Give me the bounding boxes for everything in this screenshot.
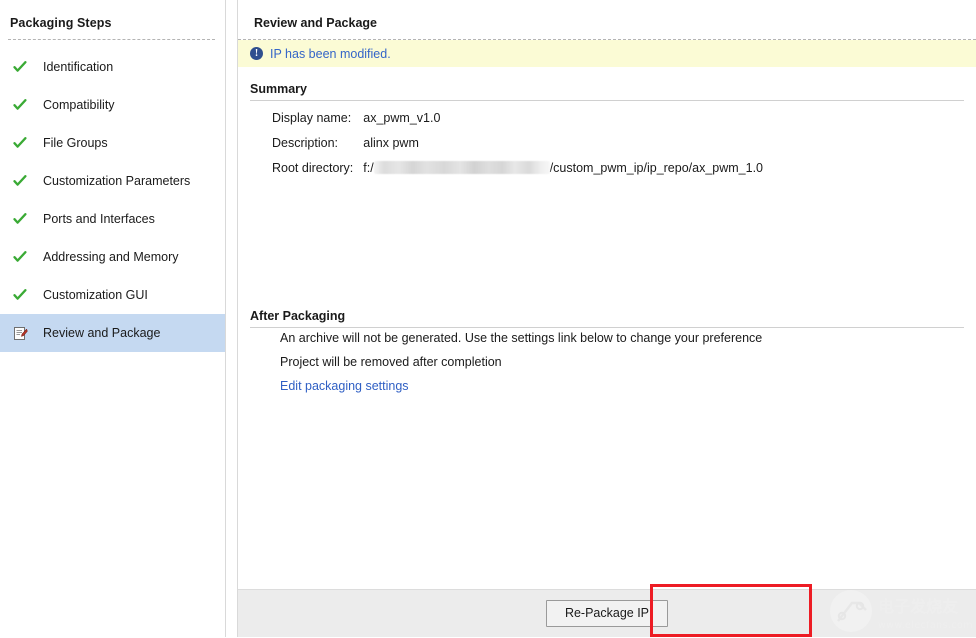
field-row-display-name: Display name: ax_pwm_v1.0 (250, 111, 763, 136)
field-value-display-name: ax_pwm_v1.0 (361, 111, 763, 136)
field-label: Description: (250, 136, 361, 161)
sidebar-item-label: Customization Parameters (39, 174, 190, 188)
content-spacer (250, 186, 964, 294)
ip-modified-notice: ! IP has been modified. (238, 40, 976, 67)
sidebar-item-customization-gui[interactable]: Customization GUI (0, 276, 225, 314)
re-package-ip-button[interactable]: Re-Package IP (546, 600, 668, 628)
summary-fields: Display name: ax_pwm_v1.0 Description: a… (250, 111, 763, 186)
check-icon (10, 98, 39, 112)
sidebar-item-label: File Groups (39, 136, 108, 150)
notice-text: IP has been modified. (263, 47, 391, 61)
packaging-steps-title: Packaging Steps (0, 0, 225, 30)
sidebar-item-label: Ports and Interfaces (39, 212, 155, 226)
review-and-package-panel: Review and Package ! IP has been modifie… (238, 0, 976, 637)
sidebar-item-file-groups[interactable]: File Groups (0, 124, 225, 162)
footer-toolbar: Re-Package IP (238, 589, 976, 637)
sidebar-item-ports-and-interfaces[interactable]: Ports and Interfaces (0, 200, 225, 238)
check-icon (10, 136, 39, 150)
ip-packager-window: Packaging Steps Identification Compatibi… (0, 0, 976, 637)
root-directory-suffix: /custom_pwm_ip/ip_repo/ax_pwm_1.0 (550, 161, 763, 175)
info-exclamation-icon: ! (250, 47, 263, 60)
packaging-steps-list: Identification Compatibility File Groups… (0, 48, 225, 352)
page-title: Review and Package (238, 0, 976, 30)
edit-page-icon (10, 326, 39, 341)
summary-rule (250, 100, 964, 101)
packaging-steps-panel: Packaging Steps Identification Compatibi… (0, 0, 226, 637)
after-packaging-line: Project will be removed after completion (250, 355, 964, 379)
check-icon (10, 60, 39, 74)
sidebar-item-label: Addressing and Memory (39, 250, 178, 264)
sidebar-item-addressing-and-memory[interactable]: Addressing and Memory (0, 238, 225, 276)
sidebar-item-identification[interactable]: Identification (0, 48, 225, 86)
field-label: Root directory: (250, 161, 361, 186)
summary-heading: Summary (250, 67, 964, 96)
field-value-root-directory: f:/ /custom_pwm_ip/ip_repo/ax_pwm_1.0 (361, 161, 763, 186)
review-content: Summary Display name: ax_pwm_v1.0 Descri… (238, 67, 976, 589)
root-directory-prefix: f:/ (363, 161, 373, 175)
check-icon (10, 174, 39, 188)
sidebar-item-compatibility[interactable]: Compatibility (0, 86, 225, 124)
after-packaging-line: An archive will not be generated. Use th… (250, 331, 964, 355)
after-packaging-heading: After Packaging (250, 294, 964, 323)
sidebar-item-review-and-package[interactable]: Review and Package (0, 314, 225, 352)
field-row-root-directory: Root directory: f:/ /custom_pwm_ip/ip_rep… (250, 161, 763, 186)
check-icon (10, 250, 39, 264)
field-label: Display name: (250, 111, 361, 136)
field-value-description: alinx pwm (361, 136, 763, 161)
sidebar-item-label: Review and Package (39, 326, 160, 340)
sidebar-item-label: Identification (39, 60, 113, 74)
sidebar-divider (8, 39, 215, 40)
panel-splitter[interactable] (226, 0, 238, 637)
check-icon (10, 288, 39, 302)
sidebar-item-customization-parameters[interactable]: Customization Parameters (0, 162, 225, 200)
sidebar-item-label: Customization GUI (39, 288, 148, 302)
after-packaging-body: An archive will not be generated. Use th… (250, 328, 964, 393)
sidebar-item-label: Compatibility (39, 98, 115, 112)
edit-packaging-settings-link[interactable]: Edit packaging settings (250, 379, 409, 393)
check-icon (10, 212, 39, 226)
field-row-description: Description: alinx pwm (250, 136, 763, 161)
redacted-path-segment (374, 161, 550, 174)
